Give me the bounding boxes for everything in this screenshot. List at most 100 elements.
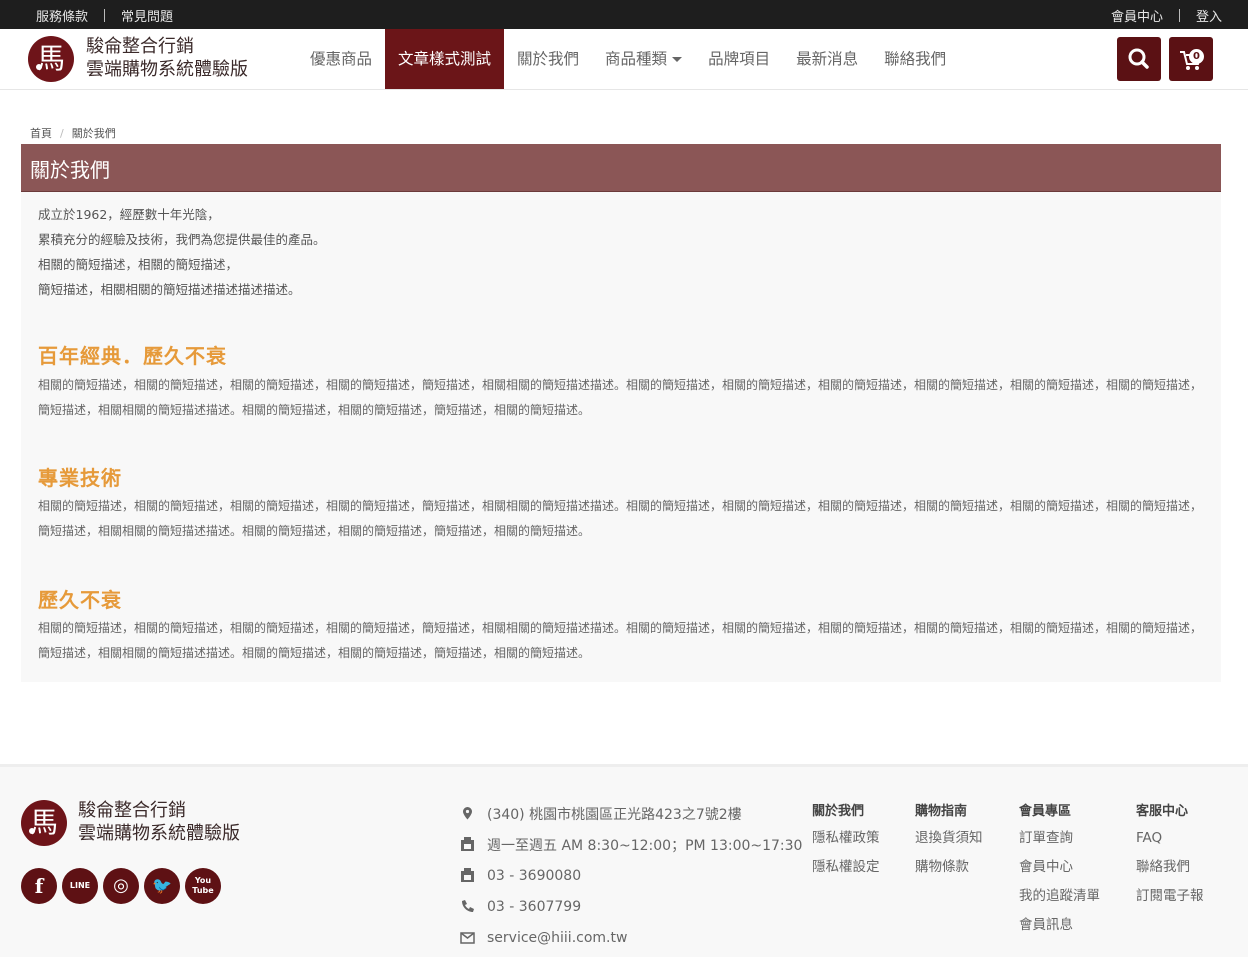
content-panel: 成立於1962，經歷數十年光陰， 累積充分的經驗及技術，我們為您提供最佳的產品。… <box>21 192 1221 682</box>
instagram-icon[interactable]: ◎ <box>103 868 139 904</box>
footer-link[interactable]: 我的追蹤清單 <box>1019 886 1100 915</box>
footer-column-service: 客服中心 FAQ 聯絡我們 訂閱電子報 <box>1136 800 1204 915</box>
brand-line-1: 駿侖整合行銷 <box>86 36 194 57</box>
footer-link[interactable]: 聯絡我們 <box>1136 857 1204 886</box>
logo-char: 馬 <box>29 806 58 839</box>
location-icon <box>463 807 472 820</box>
page-title: 關於我們 <box>30 158 110 182</box>
nav-item-categories[interactable]: 商品種類 <box>592 29 695 89</box>
contact-address: (340) 桃園市桃園區正光路423之7號2樓 <box>459 798 802 829</box>
contact-email: service@hiii.com.tw <box>459 922 802 953</box>
intro-line: 簡短描述，相關相關的簡短描述描述描述描述。 <box>38 282 301 297</box>
breadcrumb-separator: / <box>60 126 64 140</box>
login-link[interactable]: 登入 <box>1196 6 1222 25</box>
chevron-down-icon <box>672 57 683 62</box>
contact-hours: 週一至週五 AM 8:30~12:00；PM 13:00~17:30 <box>459 829 802 860</box>
footer-link[interactable]: 隱私權設定 <box>812 857 880 886</box>
contact-address-text: (340) 桃園市桃園區正光路423之7號2樓 <box>487 806 742 823</box>
twitter-glyph: 🐦 <box>152 876 172 895</box>
cart-button[interactable]: 0 <box>1169 37 1213 81</box>
section-body: 相關的簡短描述，相關的簡短描述，相關的簡短描述，相關的簡短描述，簡短描述，相關相… <box>38 621 1203 660</box>
contact-email-text[interactable]: service@hiii.com.tw <box>487 930 627 946</box>
section-body: 相關的簡短描述，相關的簡短描述，相關的簡短描述，相關的簡短描述，簡短描述，相關相… <box>38 499 1203 538</box>
section-body: 相關的簡短描述，相關的簡短描述，相關的簡短描述，相關的簡短描述，簡短描述，相關相… <box>38 378 1203 417</box>
line-icon[interactable]: LINE <box>62 868 98 904</box>
footer-column-heading: 會員專區 <box>1019 804 1072 819</box>
instagram-glyph: ◎ <box>113 875 129 896</box>
logo-dot <box>36 64 42 70</box>
section-title: 專業技術 <box>38 466 122 490</box>
contact-hours-text: 週一至週五 AM 8:30~12:00；PM 13:00~17:30 <box>487 837 803 854</box>
horse-logo-icon[interactable]: 馬 <box>28 36 74 82</box>
section-title: 歷久不衰 <box>38 588 122 612</box>
footer-column-member: 會員專區 訂單查詢 會員中心 我的追蹤清單 會員訊息 <box>1019 800 1100 944</box>
footer-link[interactable]: 隱私權政策 <box>812 828 880 857</box>
brand-line-2: 雲端購物系統體驗版 <box>86 59 248 80</box>
footer-link[interactable]: 會員訊息 <box>1019 915 1100 944</box>
nav-item-news[interactable]: 最新消息 <box>783 29 871 89</box>
terms-link[interactable]: 服務條款 <box>36 6 88 25</box>
breadcrumb-current: 關於我們 <box>71 127 116 140</box>
breadcrumb: 首頁 / 關於我們 <box>30 125 116 141</box>
footer-link[interactable]: 訂閱電子報 <box>1136 886 1204 915</box>
nav-item-categories-label: 商品種類 <box>605 50 668 68</box>
nav-item-sale[interactable]: 優惠商品 <box>297 29 385 89</box>
brand-name[interactable]: 駿侖整合行銷 雲端購物系統體驗版 <box>86 35 248 81</box>
footer-column-about: 關於我們 隱私權政策 隱私權設定 <box>812 800 880 886</box>
divider <box>104 9 106 22</box>
contact-phone-text: 03 - 3607799 <box>487 898 582 915</box>
top-bar-right: 會員中心 登入 <box>1111 6 1222 25</box>
contact-phone: 03 - 3607799 <box>459 891 802 922</box>
footer-link[interactable]: 會員中心 <box>1019 857 1100 886</box>
logo-char: 馬 <box>36 42 65 75</box>
search-icon <box>1128 48 1149 69</box>
page-title-bar: 關於我們 <box>21 144 1221 192</box>
intro-text: 成立於1962，經歷數十年光陰， 累積充分的經驗及技術，我們為您提供最佳的產品。… <box>38 202 326 302</box>
intro-line: 成立於1962，經歷數十年光陰， <box>38 207 220 222</box>
cart-count-badge: 0 <box>1189 49 1204 64</box>
phone-icon <box>462 900 474 912</box>
intro-line: 累積充分的經驗及技術，我們為您提供最佳的產品。 <box>38 232 326 247</box>
logo-dot <box>29 828 35 834</box>
clock-icon <box>461 837 474 851</box>
youtube-glyph: You Tube <box>192 876 214 895</box>
nav-item-contact[interactable]: 聯絡我們 <box>871 29 959 89</box>
contact-fax-text: 03 - 3690080 <box>487 867 582 884</box>
horse-logo-icon[interactable]: 馬 <box>21 800 67 846</box>
fax-icon <box>461 868 474 882</box>
social-links: f LINE ◎ 🐦 You Tube <box>21 868 226 904</box>
top-bar: 服務條款 常見問題 會員中心 登入 <box>0 0 1248 29</box>
contact-fax: 03 - 3690080 <box>459 860 802 891</box>
footer-column-guide: 購物指南 退換貨須知 購物條款 <box>915 800 983 886</box>
site-header: 馬 駿侖整合行銷 雲端購物系統體驗版 優惠商品 文章樣式測試 關於我們 商品種類… <box>0 29 1248 90</box>
footer-column-heading: 客服中心 <box>1136 804 1189 819</box>
top-bar-left: 服務條款 常見問題 <box>36 6 173 25</box>
line-glyph: LINE <box>69 881 91 890</box>
site-footer: 馬 駿侖整合行銷 雲端購物系統體驗版 f LINE ◎ 🐦 You Tube (… <box>0 764 1248 957</box>
main-nav: 優惠商品 文章樣式測試 關於我們 商品種類 品牌項目 最新消息 聯絡我們 <box>297 29 959 89</box>
search-button[interactable] <box>1117 37 1161 81</box>
youtube-icon[interactable]: You Tube <box>185 868 221 904</box>
footer-link[interactable]: FAQ <box>1136 828 1204 857</box>
footer-link[interactable]: 退換貨須知 <box>915 828 983 857</box>
twitter-icon[interactable]: 🐦 <box>144 868 180 904</box>
footer-column-heading: 購物指南 <box>915 804 968 819</box>
divider <box>1178 9 1180 22</box>
footer-column-heading: 關於我們 <box>812 804 865 819</box>
nav-item-article-test[interactable]: 文章樣式測試 <box>385 29 505 89</box>
section-title: 百年經典．歷久不衰 <box>38 344 227 368</box>
member-center-link[interactable]: 會員中心 <box>1111 6 1163 25</box>
facebook-glyph: f <box>34 874 44 898</box>
footer-brand-name: 駿侖整合行銷 雲端購物系統體驗版 <box>78 799 240 845</box>
footer-brand-line-2: 雲端購物系統體驗版 <box>78 823 240 844</box>
facebook-icon[interactable]: f <box>21 868 57 904</box>
nav-item-about[interactable]: 關於我們 <box>504 29 592 89</box>
mail-icon <box>460 932 475 944</box>
contact-info: (340) 桃園市桃園區正光路423之7號2樓 週一至週五 AM 8:30~12… <box>459 798 802 953</box>
footer-brand-line-1: 駿侖整合行銷 <box>78 800 186 821</box>
footer-link[interactable]: 訂單查詢 <box>1019 828 1100 857</box>
nav-item-brands[interactable]: 品牌項目 <box>695 29 783 89</box>
breadcrumb-home[interactable]: 首頁 <box>30 125 52 141</box>
footer-link[interactable]: 購物條款 <box>915 857 983 886</box>
faq-link[interactable]: 常見問題 <box>121 6 173 25</box>
